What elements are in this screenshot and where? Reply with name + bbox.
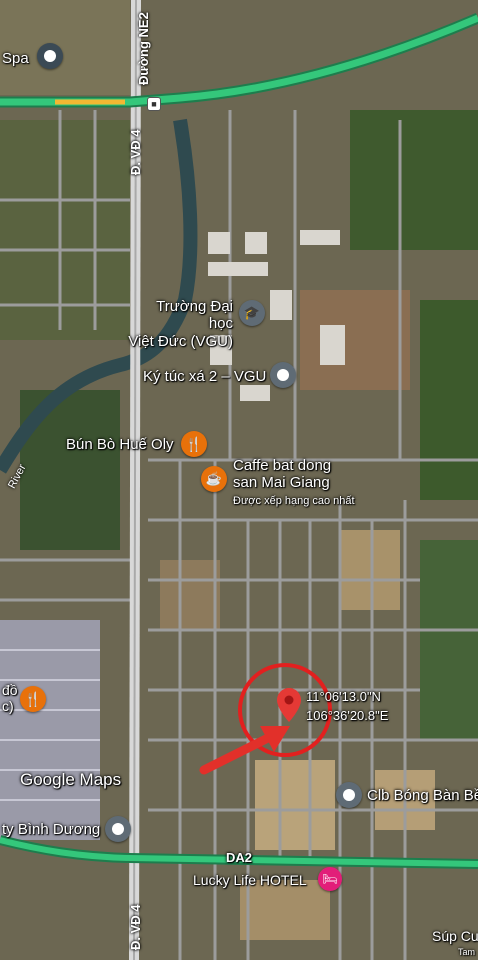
road-label-ne2: Đường NE2 (136, 12, 151, 85)
pin-icon[interactable] (37, 43, 63, 69)
pin-icon[interactable] (105, 816, 131, 842)
road-label-da2: DA2 (226, 850, 253, 865)
place-label-bunbo[interactable]: Bún Bò Huế Oly (66, 436, 174, 453)
place-label-cafe[interactable]: Caffe bat dong san Mai Giang (233, 457, 331, 492)
pin-icon[interactable] (336, 782, 362, 808)
fork-knife-icon[interactable]: 🍴 (20, 686, 46, 712)
place-label-spa[interactable]: Spa (2, 50, 29, 67)
place-label-binhduong[interactable]: ty Bình Dương (2, 821, 100, 838)
arrow-annotation (199, 726, 290, 775)
bus-stop-icon[interactable]: ■ (147, 97, 161, 111)
road-label-vd4-bottom: Đ. VĐ 4 (128, 904, 143, 950)
google-maps-logo: Google Maps (20, 770, 122, 789)
cafe-rating: Được xếp hạng cao nhất (233, 495, 355, 507)
place-label-do[interactable]: đồ c) (2, 682, 18, 714)
fork-knife-icon[interactable]: 🍴 (181, 431, 207, 457)
coordinates-lat: 11°06'13.0"N (306, 689, 381, 704)
place-label-clb[interactable]: Clb Bóng Bàn Bề (367, 787, 478, 804)
place-label-hotel[interactable]: Lucky Life HOTEL (193, 872, 307, 888)
place-label-dorm[interactable]: Ký túc xá 2 – VGU (143, 368, 266, 385)
location-marker-icon[interactable] (277, 688, 301, 722)
pin-icon[interactable] (270, 362, 296, 388)
road-label-vd4-top: Đ. VĐ 4 (128, 129, 143, 175)
graduation-cap-icon[interactable]: 🎓 (239, 300, 265, 326)
place-label-tam: Tam (458, 947, 476, 957)
place-label-vgu[interactable]: Trường Đại học Việt Đức (VGU) (128, 298, 233, 350)
place-label-sup[interactable]: Súp Cu (432, 928, 478, 944)
bed-icon[interactable]: 🛏 (318, 867, 342, 891)
coffee-cup-icon[interactable]: ☕ (201, 466, 227, 492)
coordinates-lng: 106°36'20.8"E (306, 708, 389, 723)
